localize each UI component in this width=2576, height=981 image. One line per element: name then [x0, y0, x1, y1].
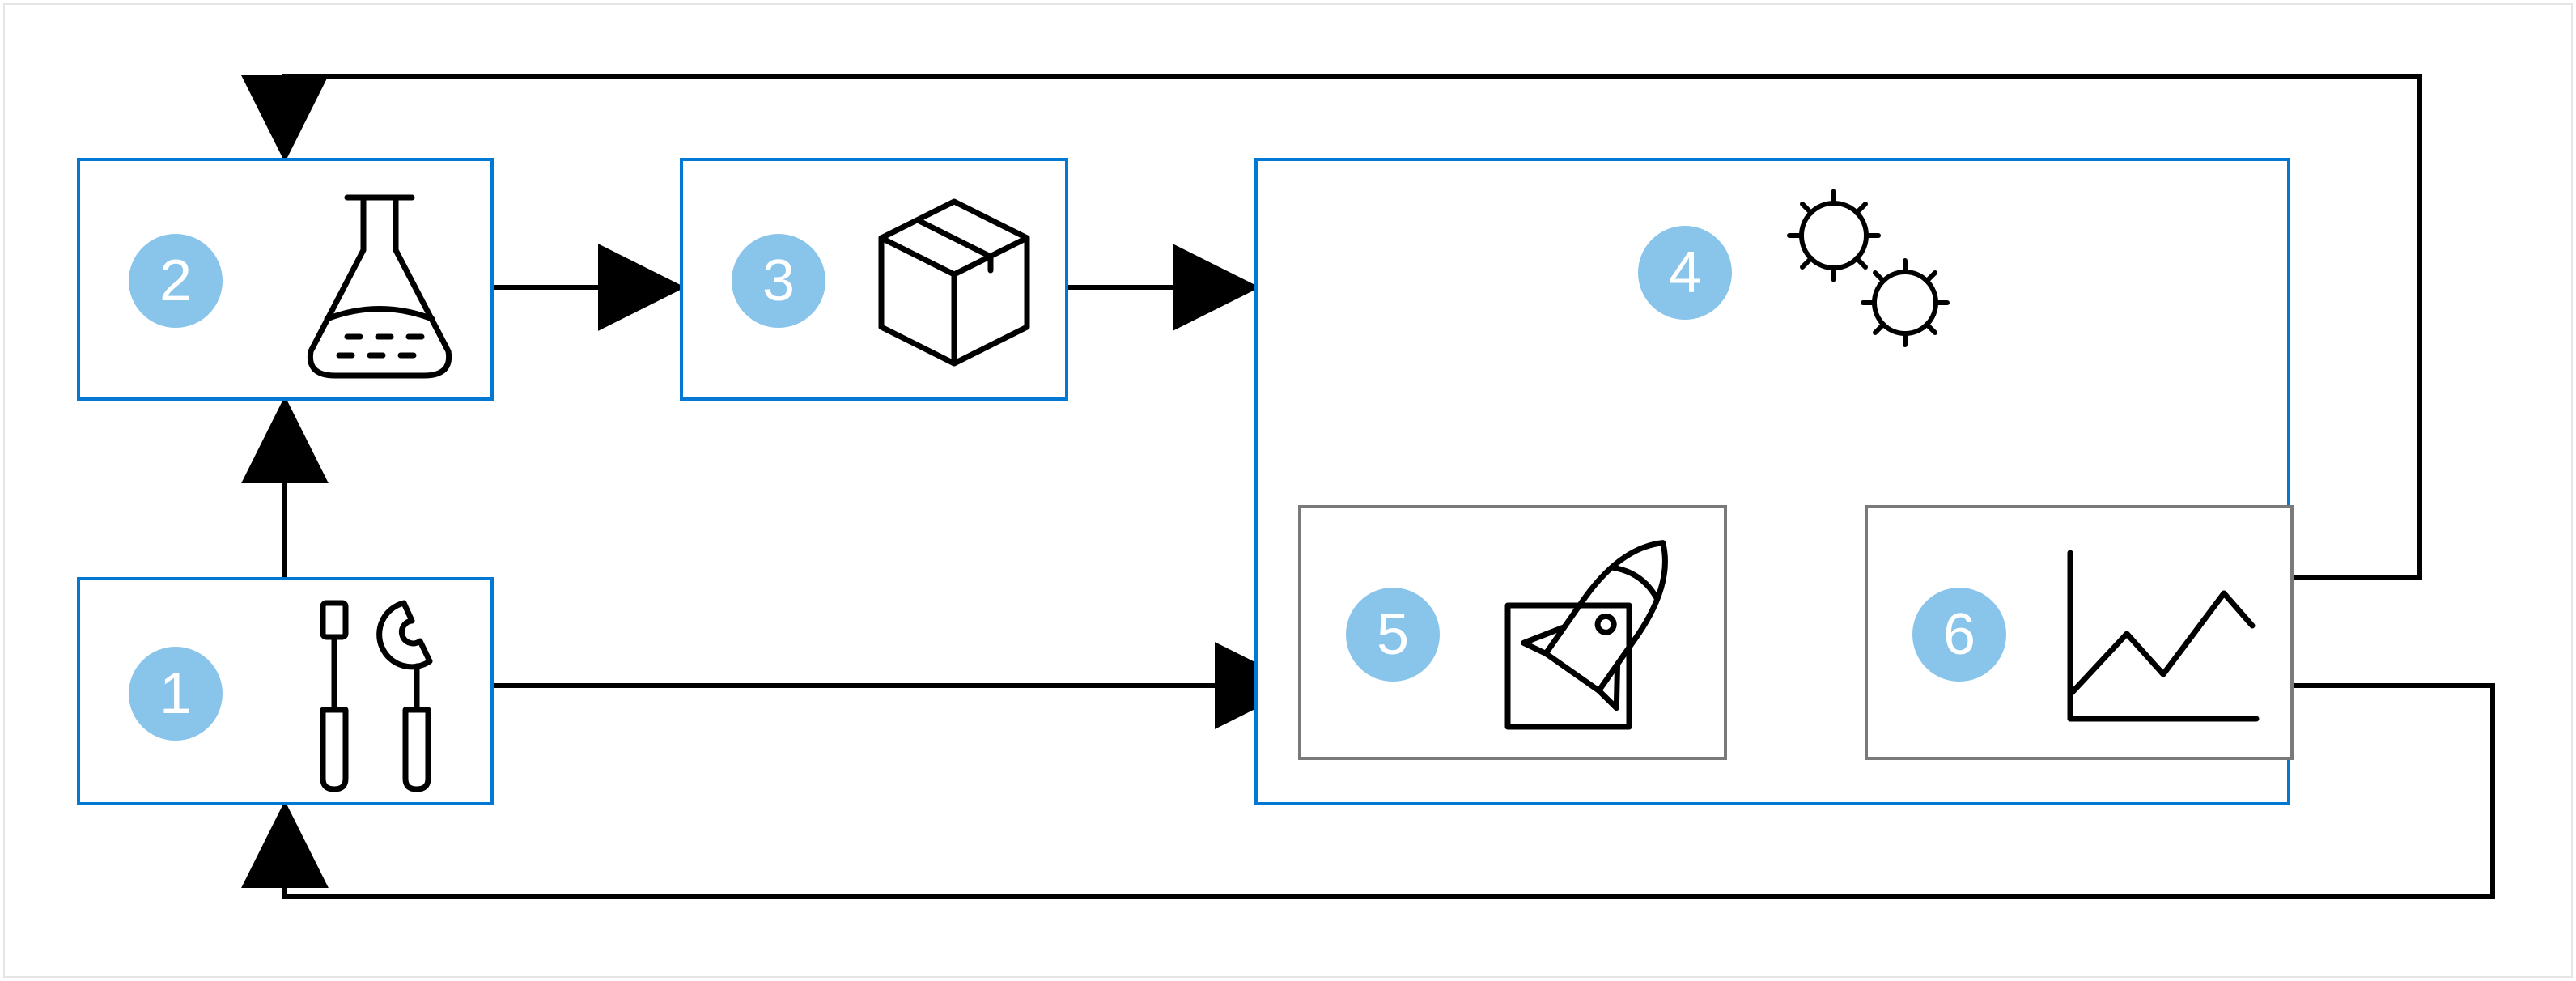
badge-3: 3 [732, 234, 825, 328]
chart-icon [2054, 545, 2264, 731]
tools-icon [291, 597, 460, 795]
node-4-environment: 4 [1254, 158, 2290, 805]
package-icon [869, 193, 1039, 372]
flask-icon [291, 189, 469, 384]
diagram-canvas: 2 3 [0, 0, 2576, 981]
node-2-experiment: 2 [77, 158, 494, 401]
node-3-package: 3 [680, 158, 1068, 401]
badge-2: 2 [129, 234, 223, 328]
gears-icon [1776, 185, 1962, 355]
rocket-icon [1483, 529, 1702, 739]
node-1-build: 1 [77, 577, 494, 805]
badge-5: 5 [1346, 588, 1440, 682]
badge-6: 6 [1912, 588, 2006, 682]
badge-1: 1 [129, 647, 223, 741]
node-5-deploy: 5 [1298, 505, 1727, 760]
node-6-monitor: 6 [1865, 505, 2294, 760]
badge-4: 4 [1638, 226, 1732, 320]
